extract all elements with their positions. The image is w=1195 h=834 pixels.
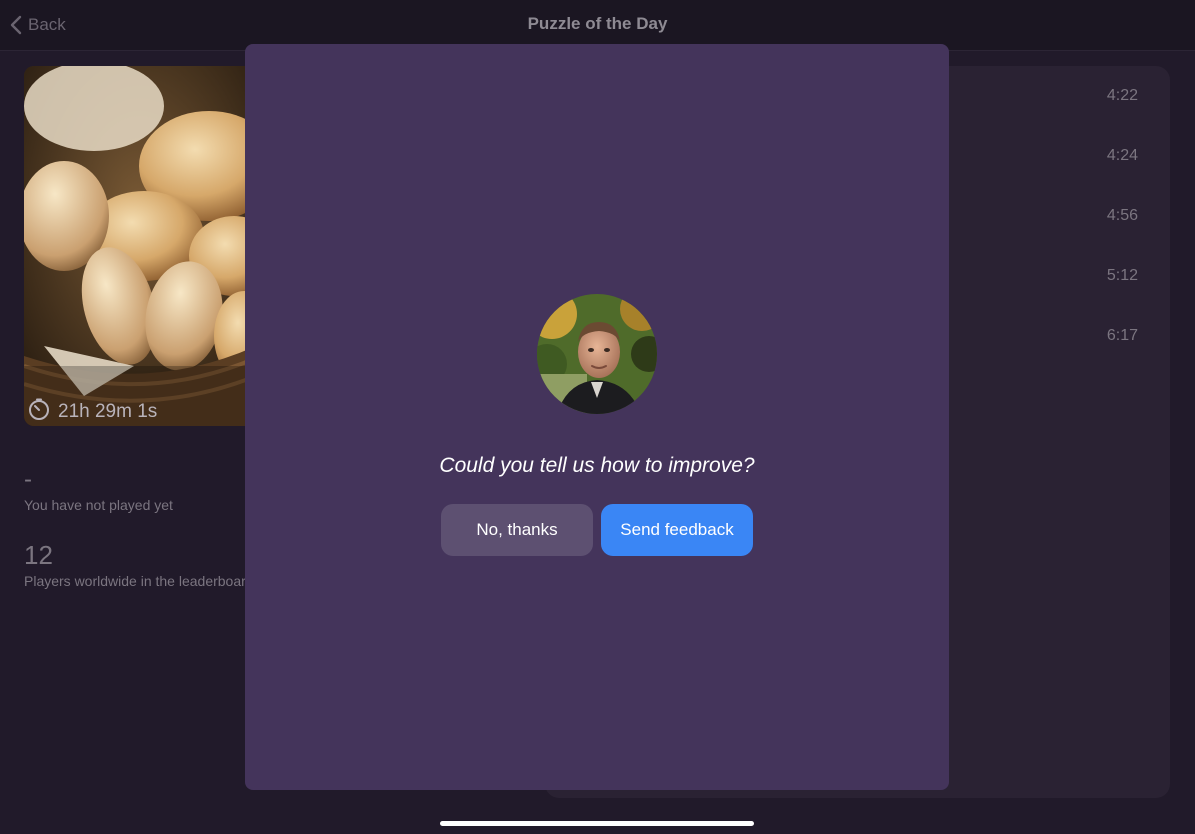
players-count: 12 — [24, 540, 53, 570]
leaderboard-time: 5:12 — [1106, 267, 1138, 284]
send-feedback-button[interactable]: Send feedback — [601, 504, 753, 556]
avatar — [537, 294, 657, 414]
no-thanks-button[interactable]: No, thanks — [441, 504, 593, 556]
developer-photo — [537, 294, 657, 414]
feedback-modal: Could you tell us how to improve? No, th… — [245, 44, 949, 790]
leaderboard-time: 4:22 — [1106, 87, 1138, 104]
timer-icon — [28, 398, 50, 426]
page-title: Puzzle of the Day — [527, 14, 668, 33]
timer-text: 21h 29m 1s — [58, 401, 158, 422]
bread-basket-photo — [24, 66, 256, 426]
players-label: Players worldwide in the leaderboard — [24, 573, 245, 589]
leaderboard-time: 4:24 — [1106, 147, 1138, 164]
score-value: - — [24, 466, 32, 493]
score-note: You have not played yet — [24, 497, 173, 513]
puzzle-image[interactable] — [24, 66, 256, 426]
countdown-timer: 21h 29m 1s — [28, 398, 157, 426]
leaderboard-time: 6:17 — [1106, 327, 1138, 344]
home-indicator[interactable] — [440, 821, 754, 826]
feedback-question: Could you tell us how to improve? — [439, 454, 755, 477]
screen: Back Puzzle of the Day 21h 29m 1s - You … — [0, 0, 1195, 834]
leaderboard-time: 4:56 — [1106, 207, 1138, 224]
